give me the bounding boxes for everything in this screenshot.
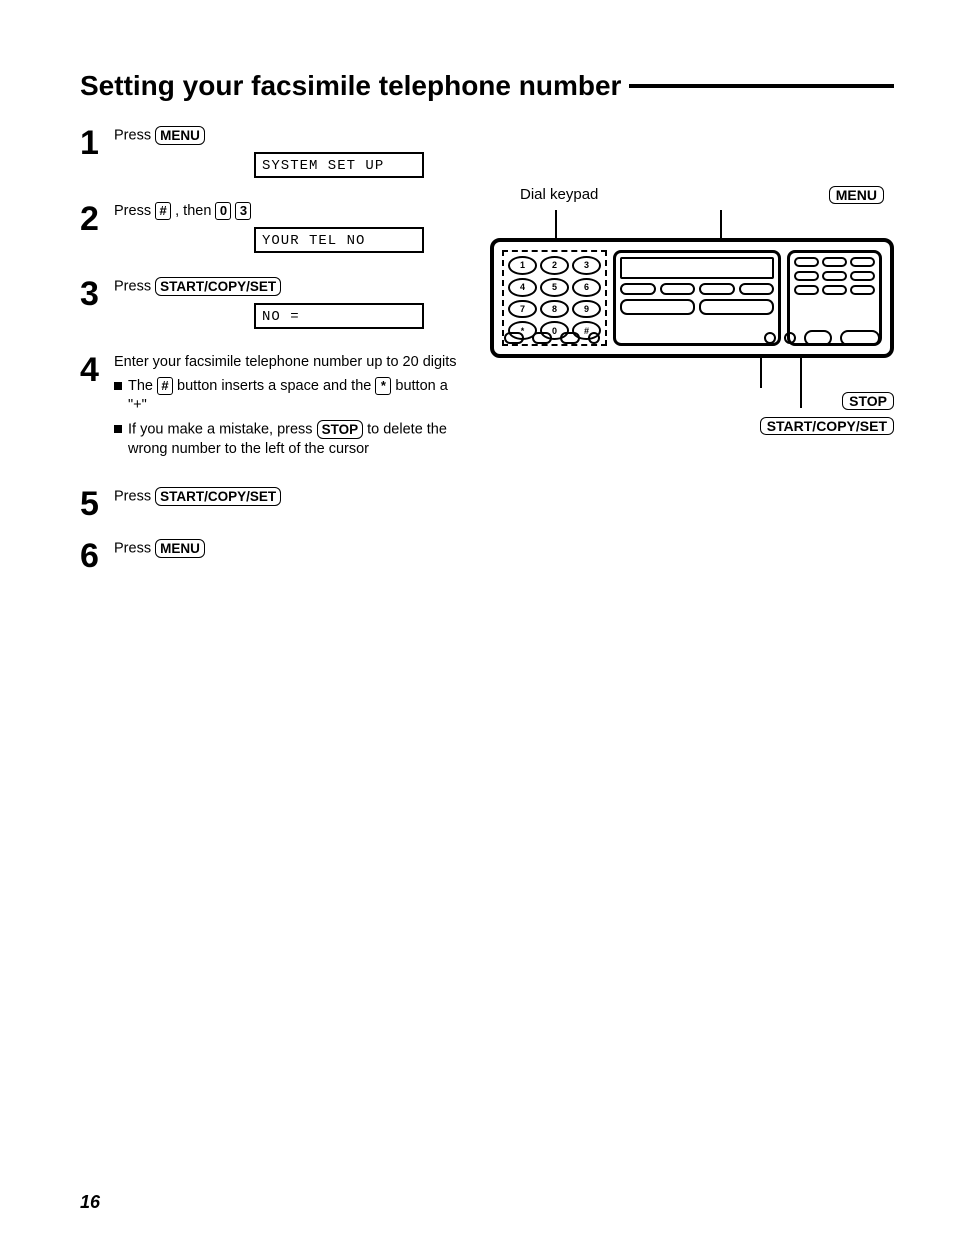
three-key-label: 3 xyxy=(235,202,251,220)
keypad-key: 1 xyxy=(508,256,537,275)
start-copy-set-button-label: START/COPY/SET xyxy=(155,487,281,506)
step-5: 5 Press START/COPY/SET xyxy=(80,487,460,521)
hash-key-label: # xyxy=(157,377,173,395)
step-text: Press xyxy=(114,203,155,219)
keypad-key: 5 xyxy=(540,278,569,297)
steps-column: 1 Press MENU SYSTEM SET UP 2 Press # , t… xyxy=(80,126,460,591)
title-rule xyxy=(629,84,894,88)
panel-button-icon xyxy=(588,332,600,344)
panel-button-icon xyxy=(794,271,819,281)
menu-button-label: MENU xyxy=(155,126,205,145)
panel-button-icon xyxy=(794,257,819,267)
bullet-text: If you make a mistake, press xyxy=(128,421,317,437)
step-6: 6 Press MENU xyxy=(80,539,460,573)
step-4: 4 Enter your facsimile telephone number … xyxy=(80,353,460,459)
bullet-icon xyxy=(114,425,122,433)
step-2: 2 Press # , then 0 3 YOUR TEL NO xyxy=(80,202,460,260)
panel-button-icon xyxy=(850,271,875,281)
step-number: 2 xyxy=(80,202,114,260)
page-title: Setting your facsimile telephone number xyxy=(80,70,621,102)
panel-button-icon xyxy=(850,257,875,267)
start-copy-set-button-label: START/COPY/SET xyxy=(155,277,281,296)
panel-button-icon xyxy=(699,283,735,295)
keypad-key: 9 xyxy=(572,300,601,319)
step-1: 1 Press MENU SYSTEM SET UP xyxy=(80,126,460,184)
fax-machine-diagram: 1 2 3 4 5 6 7 8 9 * 0 # xyxy=(490,238,894,358)
hash-key-label: # xyxy=(155,202,171,220)
bullet-text: The xyxy=(128,378,157,394)
keypad-key: 6 xyxy=(572,278,601,297)
panel-button-icon xyxy=(660,283,696,295)
step-text: Press xyxy=(114,489,155,505)
leader-line xyxy=(555,210,557,238)
leader-line xyxy=(760,358,762,388)
leader-line xyxy=(720,210,722,238)
panel-button-icon xyxy=(822,257,847,267)
panel-button-icon xyxy=(794,285,819,295)
step-number: 6 xyxy=(80,539,114,573)
keypad-key: 3 xyxy=(572,256,601,275)
step-number: 5 xyxy=(80,487,114,521)
keypad-key: 4 xyxy=(508,278,537,297)
panel-button-icon xyxy=(560,332,580,344)
panel-button-icon xyxy=(620,299,695,315)
panel-button-icon xyxy=(699,299,774,315)
start-button-icon xyxy=(840,330,880,346)
zero-key-label: 0 xyxy=(215,202,231,220)
lcd-screen-icon xyxy=(620,257,774,279)
panel-button-icon xyxy=(850,285,875,295)
panel-button-icon xyxy=(784,332,796,344)
panel-button-icon xyxy=(620,283,656,295)
diagram-label-stop: STOP xyxy=(842,392,894,410)
diagram-label-menu: MENU xyxy=(829,186,884,204)
title-row: Setting your facsimile telephone number xyxy=(80,70,894,102)
panel-button-icon xyxy=(532,332,552,344)
page-number: 16 xyxy=(80,1192,100,1213)
star-key-label: * xyxy=(375,377,391,395)
step-text: Press xyxy=(114,541,155,557)
lcd-display: NO = xyxy=(254,303,424,329)
panel-button-icon xyxy=(764,332,776,344)
panel-button-icon xyxy=(739,283,775,295)
step-number: 1 xyxy=(80,126,114,184)
step-number: 4 xyxy=(80,353,114,459)
lcd-display: SYSTEM SET UP xyxy=(254,152,424,178)
diagram-label-start: START/COPY/SET xyxy=(760,417,894,435)
step-number: 3 xyxy=(80,277,114,335)
bullet-icon xyxy=(114,382,122,390)
keypad-key: 7 xyxy=(508,300,537,319)
step-text: Enter your facsimile telephone number up… xyxy=(114,353,460,373)
leader-line xyxy=(800,358,802,408)
keypad-key: 8 xyxy=(540,300,569,319)
panel-button-icon xyxy=(822,271,847,281)
diagram-column: Dial keypad MENU 1 2 3 4 5 6 7 8 9 * 0 # xyxy=(490,126,894,591)
bullet-text: button inserts a space and the xyxy=(177,378,375,394)
step-3: 3 Press START/COPY/SET NO = xyxy=(80,277,460,335)
step-text: Press xyxy=(114,127,155,143)
panel-button-icon xyxy=(822,285,847,295)
stop-button-icon xyxy=(804,330,832,346)
diagram-label-keypad: Dial keypad xyxy=(520,186,598,204)
keypad-key: 2 xyxy=(540,256,569,275)
lcd-display: YOUR TEL NO xyxy=(254,227,424,253)
menu-button-label: MENU xyxy=(155,539,205,558)
stop-button-label: STOP xyxy=(317,420,364,439)
step-text: , then xyxy=(175,203,215,219)
panel-button-icon xyxy=(504,332,524,344)
step-text: Press xyxy=(114,279,155,295)
